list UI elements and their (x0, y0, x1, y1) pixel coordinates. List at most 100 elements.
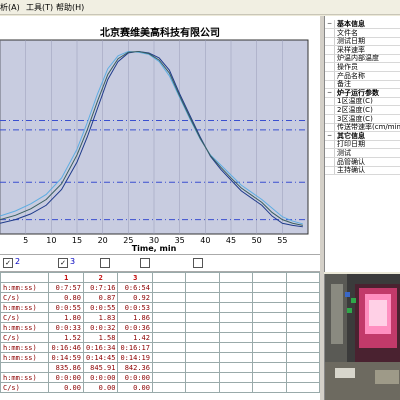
table-header-cell: 1 (48, 272, 84, 283)
table-cell (185, 292, 220, 303)
table-cell (151, 322, 187, 333)
table-cell (218, 292, 254, 303)
table-cell (252, 332, 287, 343)
results-table-panel: 1 2 3 h:mm:ss) 0:7:57 0:7:16 0:6:54 C/s) 0.80 0.8… (0, 272, 320, 400)
table-row[interactable]: h:mm:ss) 0:7:57 0:7:16 0:6:54 (0, 282, 320, 293)
info-gutter (334, 97, 335, 106)
table-cell: 845.91 (82, 362, 119, 373)
table-cell (285, 312, 320, 323)
table-cell: 0:7:16 (82, 282, 119, 293)
channel-checkbox[interactable] (193, 258, 203, 268)
x-tick-label: 15 (72, 236, 82, 245)
furnace-camera-image (325, 274, 400, 400)
table-cell (252, 312, 287, 323)
table-row[interactable]: C/s) 1.52 1.58 1.42 (0, 332, 320, 343)
table-cell (252, 372, 287, 383)
table-cell (185, 342, 220, 353)
collapse-icon[interactable]: − (326, 132, 333, 139)
channel-checkbox[interactable]: ✓ (58, 258, 68, 268)
table-cell: 0:0:55 (82, 302, 119, 313)
table-cell (185, 332, 220, 343)
table-cell (285, 292, 320, 303)
table-row[interactable]: C/s) 0.00 0.00 0.00 (0, 382, 320, 393)
collapse-icon[interactable]: − (326, 20, 333, 27)
table-cell (285, 322, 320, 333)
info-gutter (334, 71, 335, 80)
info-gutter (334, 131, 335, 140)
table-row-label: h:mm:ss) (0, 322, 50, 333)
table-cell (285, 362, 320, 373)
table-cell: 1.83 (82, 312, 119, 323)
info-row[interactable]: 主持确认 (325, 166, 400, 176)
menu-bar: 析(A) 工具(T) 帮助(H) (0, 0, 400, 15)
table-cell (185, 372, 220, 383)
info-gutter (334, 28, 335, 37)
table-cell (218, 312, 254, 323)
x-tick-label: 40 (200, 236, 210, 245)
table-row[interactable]: h:mm:ss) 0:0:55 0:0:55 0:0:53 (0, 302, 320, 313)
table-cell (285, 332, 320, 343)
info-gutter (334, 37, 335, 46)
table-cell (151, 362, 187, 373)
table-cell (252, 342, 287, 353)
channel-checkbox-label: 3 (70, 257, 76, 266)
table-cell (185, 352, 220, 363)
table-row[interactable]: 835.86 845.91 842.36 (0, 362, 320, 373)
table-cell: 0.80 (48, 292, 84, 303)
table-cell: 0:14:59 (48, 352, 84, 363)
info-gutter (334, 123, 335, 132)
x-tick-label: 55 (277, 236, 287, 245)
info-gutter (334, 157, 335, 166)
table-cell: 0.00 (117, 382, 153, 393)
table-cell (218, 282, 254, 293)
table-cell: 835.86 (48, 362, 84, 373)
table-row[interactable]: h:mm:ss) 0:0:33 0:0:32 0:0:36 (0, 322, 320, 333)
x-tick-label: 5 (23, 236, 28, 245)
table-cell (285, 382, 320, 393)
table-cell (252, 282, 287, 293)
table-cell: 1.52 (48, 332, 84, 343)
table-row[interactable]: C/s) 0.80 0.87 0.92 (0, 292, 320, 303)
table-cell (252, 302, 287, 313)
table-cell (151, 302, 187, 313)
table-cell: 0:7:57 (48, 282, 84, 293)
table-cell: 1.86 (117, 312, 153, 323)
table-row[interactable]: C/s) 1.80 1.83 1.86 (0, 312, 320, 323)
table-cell (285, 372, 320, 383)
menu-help[interactable]: 帮助(H) (56, 2, 84, 13)
results-table: 1 2 3 h:mm:ss) 0:7:57 0:7:16 0:6:54 C/s) 0.80 0.8… (0, 272, 320, 393)
table-cell: 0.00 (48, 382, 84, 393)
table-cell: 0.92 (117, 292, 153, 303)
menu-tools[interactable]: 工具(T) (26, 2, 53, 13)
table-cell: 0:0:55 (48, 302, 84, 313)
table-row[interactable]: h:mm:ss) 0:16:46 0:16:34 0:16:17 (0, 342, 320, 353)
info-label: 主持确认 (337, 166, 365, 175)
table-row-label: C/s) (0, 332, 50, 343)
table-cell (252, 322, 287, 333)
channel-checkbox-strip: ✓ 2 ✓ 3 (0, 254, 320, 272)
info-gutter (334, 114, 335, 123)
x-tick-label: 50 (252, 236, 262, 245)
table-row[interactable]: h:mm:ss) 0:14:59 0:14:45 0:14:19 (0, 352, 320, 363)
table-cell (151, 342, 187, 353)
channel-checkbox-label: 2 (15, 257, 21, 266)
table-cell: 0:0:53 (117, 302, 153, 313)
table-row-label (0, 362, 50, 373)
table-row[interactable]: h:mm:ss) 0:0:00 0:0:00 0:0:00 (0, 372, 320, 383)
table-cell (151, 372, 187, 383)
table-row-label: h:mm:ss) (0, 302, 50, 313)
collapse-icon[interactable]: − (326, 89, 333, 96)
table-cell (285, 352, 320, 363)
info-gutter (334, 54, 335, 63)
table-cell: 0:0:00 (117, 372, 153, 383)
table-cell: 1.58 (82, 332, 119, 343)
table-row-label: C/s) (0, 312, 50, 323)
table-cell: 0:6:54 (117, 282, 153, 293)
menu-analysis[interactable]: 析(A) (0, 2, 20, 13)
channel-checkbox[interactable] (140, 258, 150, 268)
table-row-label: h:mm:ss) (0, 352, 50, 363)
table-cell (285, 342, 320, 353)
channel-checkbox[interactable]: ✓ (3, 258, 13, 268)
channel-checkbox[interactable] (100, 258, 110, 268)
x-tick-label: 45 (226, 236, 236, 245)
